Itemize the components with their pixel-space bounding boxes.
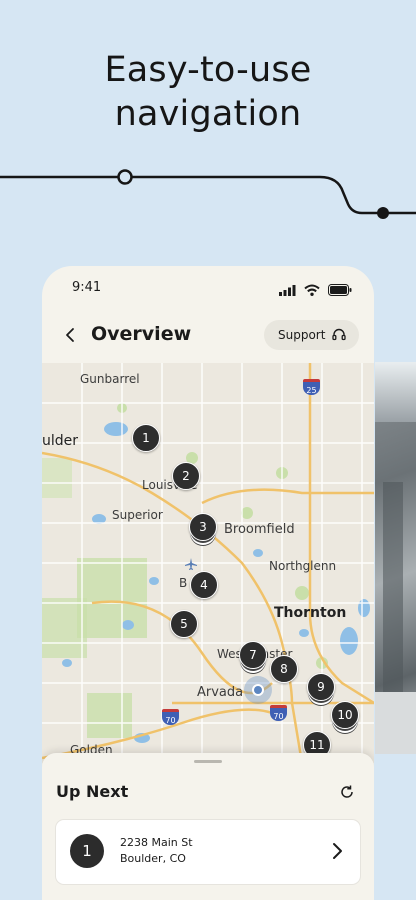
map-label-thornton: Thornton <box>274 605 347 621</box>
map-marker-5[interactable]: 5 <box>170 610 198 638</box>
up-next-title: Up Next <box>56 782 129 801</box>
refresh-icon[interactable] <box>338 783 356 801</box>
map-label-superior: Superior <box>112 508 163 522</box>
page-title: Overview <box>91 323 192 345</box>
up-next-sheet[interactable]: Up Next 1 2238 Main St Boulder, CO <box>42 753 374 900</box>
status-bar: 9:41 <box>42 266 374 312</box>
map-label-airport: B <box>179 576 188 590</box>
next-stop-card[interactable]: 1 2238 Main St Boulder, CO <box>56 820 360 884</box>
status-icons <box>278 281 352 300</box>
interstate-shield-70-east: 70 <box>270 705 287 721</box>
map-label-boulder: ulder <box>42 433 79 449</box>
hero-line-1: Easy-to-use <box>104 50 312 90</box>
route-map[interactable]: Gunbarrel ulder Louisville Superior Broo… <box>42 363 374 763</box>
hero-line-2: navigation <box>114 94 302 134</box>
back-arrow-icon[interactable] <box>60 324 82 346</box>
map-label-northglenn: Northglenn <box>269 559 337 573</box>
interstate-shield-25: 25 <box>303 379 320 395</box>
stop-address-line1: 2238 Main St <box>120 836 193 849</box>
wifi-icon <box>304 284 320 296</box>
status-time: 9:41 <box>72 280 102 295</box>
support-label: Support <box>278 328 326 342</box>
map-label-broomfield: Broomfield <box>224 522 295 537</box>
decorative-route-line <box>0 169 416 219</box>
map-marker-1[interactable]: 1 <box>132 424 160 452</box>
airport-icon <box>185 558 197 570</box>
map-label-gunbarrel: Gunbarrel <box>80 372 140 386</box>
map-marker-4[interactable]: 4 <box>190 571 218 599</box>
map-label-arvada: Arvada <box>197 685 244 700</box>
map-marker-3[interactable]: 3 <box>189 513 217 541</box>
headset-icon <box>332 328 347 341</box>
battery-icon <box>328 284 352 296</box>
signal-icon <box>278 285 296 296</box>
map-marker-9[interactable]: 9 <box>307 673 335 701</box>
chevron-right-icon <box>333 843 342 859</box>
map-marker-10[interactable]: 10 <box>331 701 359 729</box>
support-button[interactable]: Support <box>264 320 359 350</box>
background-photo <box>375 362 416 754</box>
map-marker-7[interactable]: 7 <box>239 641 267 669</box>
top-header: Overview Support <box>42 316 374 356</box>
current-location-indicator <box>244 676 272 704</box>
map-marker-2[interactable]: 2 <box>172 462 200 490</box>
phone-screen: 9:41 Overview Support Gunbarrel ulder Lo… <box>42 266 374 900</box>
hero-heading: Easy-to-use navigation <box>0 48 416 136</box>
interstate-shield-70-west: 70 <box>162 709 179 725</box>
map-marker-8[interactable]: 8 <box>270 655 298 683</box>
stop-number-badge: 1 <box>70 834 104 868</box>
sheet-drag-handle[interactable] <box>194 760 222 763</box>
stop-address-line2: Boulder, CO <box>120 852 186 865</box>
